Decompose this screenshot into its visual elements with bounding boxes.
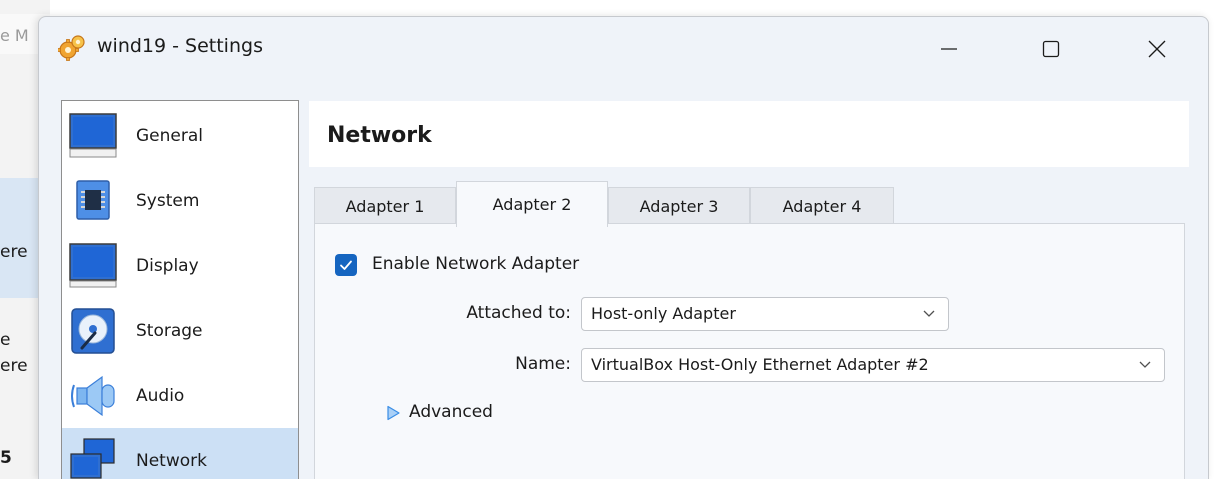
category-general[interactable]: General [62, 103, 298, 168]
settings-category-list[interactable]: General System Display Storage Audio Net… [61, 100, 299, 479]
tab-adapter-1[interactable]: Adapter 1 [314, 187, 456, 225]
settings-dialog: wind19 - Settings General System Display… [38, 16, 1209, 479]
expand-arrow-icon[interactable] [385, 405, 401, 421]
background-text-fragment: ere [0, 356, 28, 376]
chevron-down-icon [1139, 361, 1151, 368]
background-title-fragment: e M [0, 26, 29, 45]
tab-adapter-4[interactable]: Adapter 4 [750, 187, 894, 225]
background-text-fragment: e [0, 330, 11, 350]
name-label: Name: [515, 354, 571, 374]
background-text-fragment: 5 [0, 448, 12, 468]
dialog-title: wind19 - Settings [97, 35, 263, 57]
title-bar[interactable]: wind19 - Settings [39, 17, 1208, 81]
attached-to-select[interactable]: Host-only Adapter [581, 297, 949, 331]
name-value: VirtualBox Host-Only Ethernet Adapter #2 [591, 355, 929, 374]
category-label: System [136, 190, 200, 211]
advanced-toggle[interactable]: Advanced [409, 402, 493, 422]
maximize-button[interactable] [1021, 29, 1081, 69]
tab-adapter-2[interactable]: Adapter 2 [456, 181, 608, 227]
category-label: General [136, 125, 203, 146]
tab-adapter-3[interactable]: Adapter 3 [608, 187, 750, 225]
enable-adapter-checkbox[interactable] [335, 254, 357, 276]
checkmark-icon [340, 260, 352, 270]
display-monitor-icon [69, 242, 117, 287]
category-label: Audio [136, 385, 185, 406]
close-icon [1148, 40, 1166, 58]
general-monitor-icon [69, 112, 117, 157]
audio-speaker-icon [71, 375, 115, 416]
category-label: Storage [136, 320, 203, 341]
category-system[interactable]: System [62, 168, 298, 233]
category-storage[interactable]: Storage [62, 298, 298, 363]
attached-to-value: Host-only Adapter [591, 304, 736, 323]
category-display[interactable]: Display [62, 233, 298, 298]
enable-adapter-label[interactable]: Enable Network Adapter [372, 254, 579, 274]
minimize-button[interactable] [919, 29, 979, 69]
category-label: Network [136, 450, 207, 471]
network-icon [70, 437, 115, 479]
chevron-down-icon [923, 310, 935, 317]
category-label: Display [136, 255, 199, 276]
category-audio[interactable]: Audio [62, 363, 298, 428]
minimize-icon [941, 48, 957, 50]
storage-disk-icon [71, 307, 115, 354]
background-text-fragment: ere [0, 242, 28, 262]
maximize-icon [1042, 40, 1060, 58]
name-select[interactable]: VirtualBox Host-Only Ethernet Adapter #2 [581, 348, 1165, 382]
adapter-tab-panel: Enable Network Adapter Attached to: Host… [314, 223, 1185, 479]
category-network[interactable]: Network [62, 428, 298, 479]
close-button[interactable] [1127, 29, 1187, 69]
page-title: Network [327, 123, 432, 148]
attached-to-label: Attached to: [466, 303, 571, 323]
gear-icon [58, 35, 85, 61]
system-chip-icon [76, 179, 110, 220]
page-header: Network [309, 101, 1189, 167]
